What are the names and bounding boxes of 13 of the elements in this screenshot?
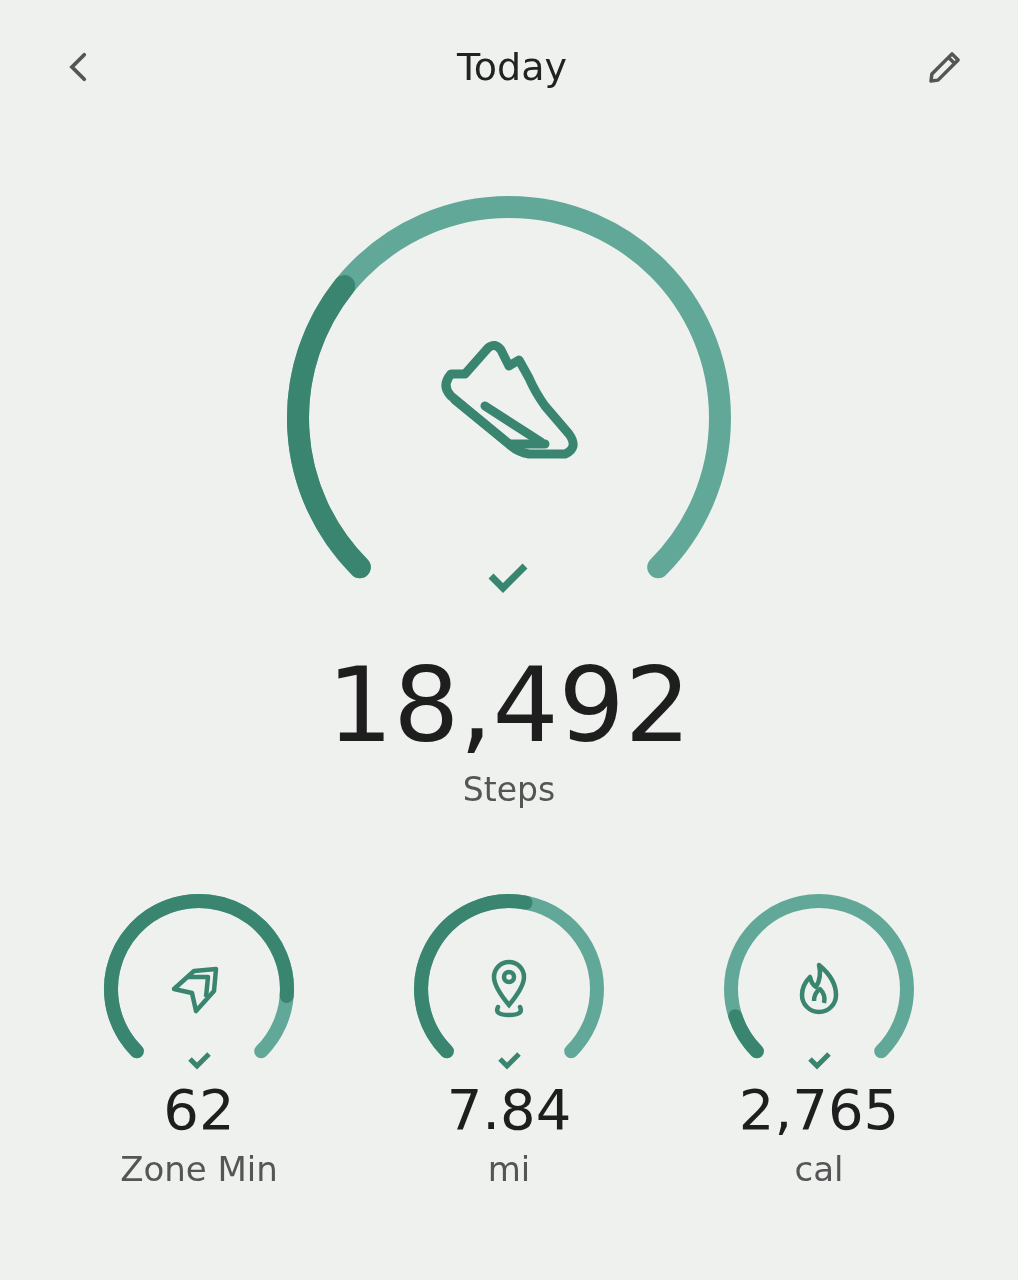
metric-value: 62 bbox=[163, 1079, 235, 1141]
page-title: Today bbox=[457, 45, 567, 89]
location-pin-icon bbox=[491, 960, 527, 1018]
metric-value: 7.84 bbox=[446, 1079, 572, 1141]
flame-icon bbox=[799, 963, 839, 1015]
metric-label: cal bbox=[794, 1149, 844, 1189]
arrows-icon bbox=[171, 967, 219, 1014]
metric-label: mi bbox=[487, 1149, 531, 1189]
metric-label: Zone Min bbox=[120, 1149, 278, 1189]
steps-label: Steps bbox=[462, 770, 556, 810]
shoe-icon bbox=[441, 340, 578, 459]
metric-value: 2,765 bbox=[738, 1079, 900, 1141]
steps-count: 18,492 bbox=[327, 648, 691, 763]
